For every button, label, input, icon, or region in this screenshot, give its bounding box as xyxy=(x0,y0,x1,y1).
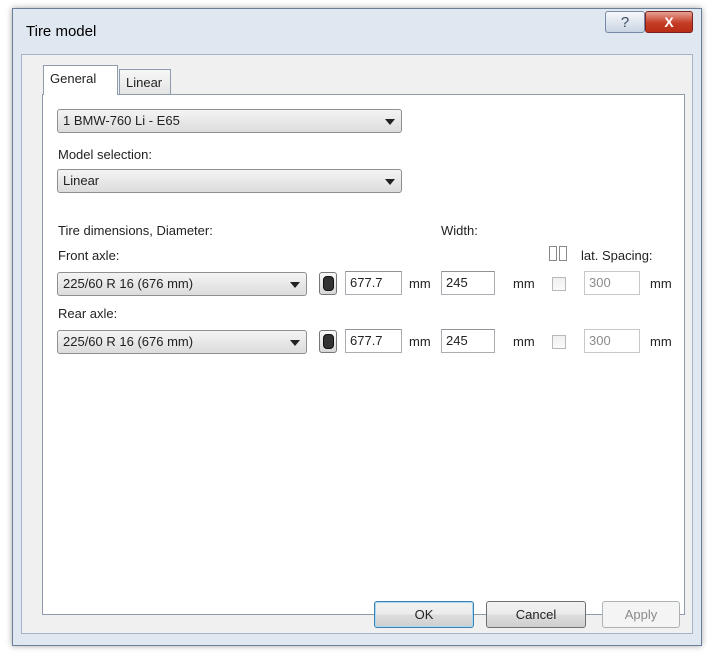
chevron-down-icon xyxy=(290,282,300,288)
chevron-down-icon xyxy=(290,340,300,346)
front-diameter-unit: mm xyxy=(409,276,431,291)
close-button[interactable]: X xyxy=(645,11,693,33)
vehicle-select[interactable]: 1 BMW-760 Li - E65 xyxy=(57,109,402,133)
rear-diameter-unit: mm xyxy=(409,334,431,349)
rear-tire-button[interactable] xyxy=(319,330,337,353)
dialog-client-area: General Linear 1 BMW-760 Li - E65 Model … xyxy=(21,54,693,634)
help-icon: ? xyxy=(620,13,630,31)
rear-width-unit: mm xyxy=(513,334,535,349)
ok-button[interactable]: OK xyxy=(374,601,474,628)
rear-lat-spacing-unit: mm xyxy=(650,334,672,349)
rear-diameter-input[interactable]: 677.7 xyxy=(345,329,402,353)
rear-lat-spacing-input[interactable]: 300 xyxy=(584,329,640,353)
cancel-button[interactable]: Cancel xyxy=(486,601,586,628)
front-dual-tire-checkbox[interactable] xyxy=(552,277,566,291)
rear-width-input[interactable]: 245 xyxy=(441,329,495,353)
rear-dual-tire-checkbox[interactable] xyxy=(552,335,566,349)
tire-dimensions-label: Tire dimensions, Diameter: xyxy=(58,223,213,238)
window-title: Tire model xyxy=(26,23,97,40)
general-tab-panel: 1 BMW-760 Li - E65 Model selection: Line… xyxy=(42,94,685,615)
front-axle-label: Front axle: xyxy=(58,248,120,263)
title-bar[interactable]: Tire model ? X xyxy=(13,9,701,55)
front-diameter-input[interactable]: 677.7 xyxy=(345,271,402,295)
vehicle-select-value: 1 BMW-760 Li - E65 xyxy=(63,113,180,128)
lat-spacing-label: lat. Spacing: xyxy=(581,248,653,263)
model-selection-value: Linear xyxy=(63,173,100,188)
rear-tire-size-select[interactable]: 225/60 R 16 (676 mm) xyxy=(57,330,307,354)
chevron-down-icon xyxy=(385,179,395,185)
rear-axle-label: Rear axle: xyxy=(58,306,118,321)
tab-general[interactable]: General xyxy=(43,65,118,95)
front-lat-spacing-unit: mm xyxy=(650,276,672,291)
tab-linear[interactable]: Linear xyxy=(119,69,171,95)
chevron-down-icon xyxy=(385,119,395,125)
tire-icon xyxy=(322,276,334,291)
help-button[interactable]: ? xyxy=(605,11,645,33)
tire-model-dialog: Tire model ? X General Linear 1 BMW-760 … xyxy=(12,8,702,646)
front-tire-button[interactable] xyxy=(319,272,337,295)
front-lat-spacing-input[interactable]: 300 xyxy=(584,271,640,295)
apply-button[interactable]: Apply xyxy=(602,601,680,628)
front-tire-size-select[interactable]: 225/60 R 16 (676 mm) xyxy=(57,272,307,296)
tire-icon xyxy=(322,334,334,349)
dual-tire-icon xyxy=(549,246,567,261)
front-width-input[interactable]: 245 xyxy=(441,271,495,295)
front-width-unit: mm xyxy=(513,276,535,291)
close-icon: X xyxy=(664,14,674,30)
model-selection-label: Model selection: xyxy=(58,147,152,162)
model-selection-select[interactable]: Linear xyxy=(57,169,402,193)
front-tire-size-value: 225/60 R 16 (676 mm) xyxy=(63,276,194,291)
rear-tire-size-value: 225/60 R 16 (676 mm) xyxy=(63,334,194,349)
width-label: Width: xyxy=(441,223,478,238)
